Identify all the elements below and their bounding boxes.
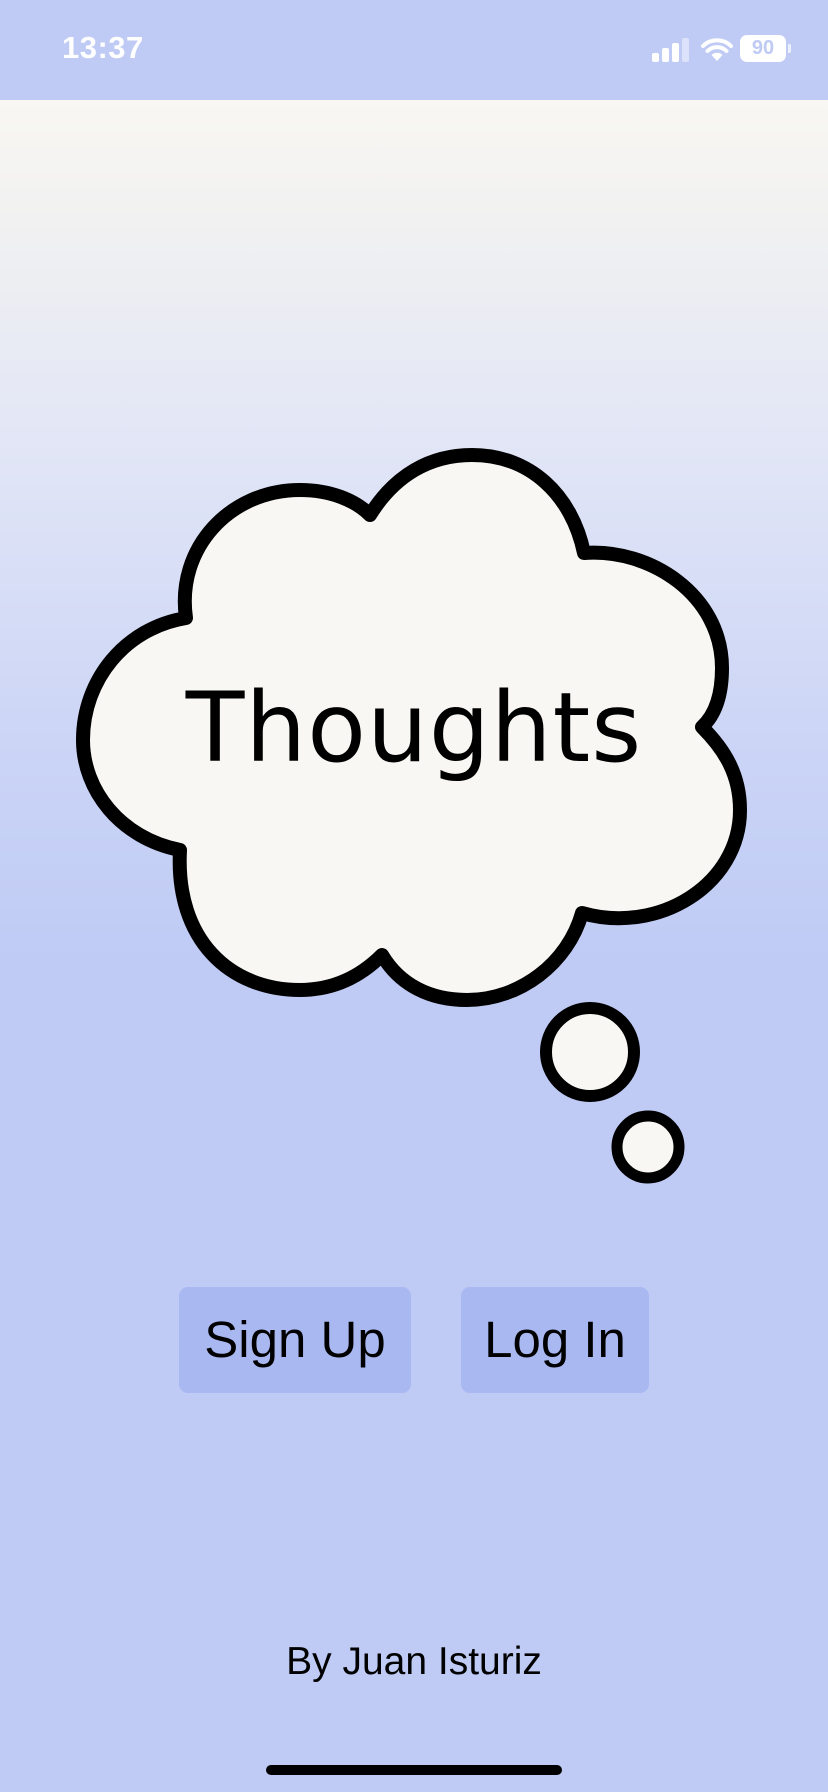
sign-up-button[interactable]: Sign Up	[179, 1287, 411, 1393]
thought-bubble-small	[611, 1110, 685, 1184]
thought-bubble-large	[540, 1002, 640, 1102]
log-in-button[interactable]: Log In	[461, 1287, 649, 1393]
app-title: Thoughts	[185, 672, 643, 784]
thought-cloud-illustration	[76, 448, 747, 1184]
home-indicator[interactable]	[266, 1765, 562, 1775]
author-credit: By Juan Isturiz	[286, 1640, 542, 1683]
